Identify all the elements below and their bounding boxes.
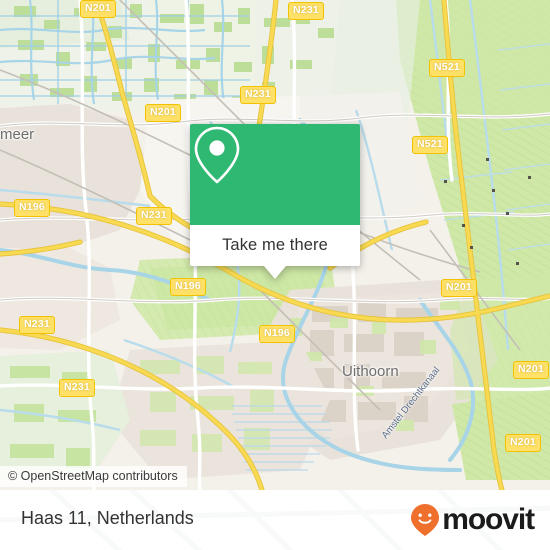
road-shield[interactable]: N196 — [259, 325, 295, 343]
moovit-wordmark: moovit — [442, 503, 535, 536]
road-shield[interactable]: N201 — [505, 434, 541, 452]
road-shield[interactable]: N201 — [513, 361, 549, 379]
take-me-there-label: Take me there — [222, 236, 328, 254]
road-shield[interactable]: N231 — [136, 207, 172, 225]
place-label: meer — [0, 126, 35, 143]
road-shield[interactable]: N231 — [288, 2, 324, 20]
map-screen: meer Uithoorn Amstel Drechtkanaal N201 N… — [0, 0, 550, 550]
road-shield[interactable]: N196 — [170, 278, 206, 296]
road-shield[interactable]: N201 — [145, 104, 181, 122]
road-shield[interactable]: N231 — [59, 379, 95, 397]
location-pin-icon — [194, 126, 240, 184]
callout-header — [190, 124, 360, 225]
footer-bar: Haas 11, Netherlands moovit — [0, 490, 550, 550]
place-label-uithoorn: Uithoorn — [342, 363, 399, 380]
moovit-smiley-pin-icon — [411, 504, 440, 536]
map-canvas[interactable]: meer Uithoorn Amstel Drechtkanaal N201 N… — [0, 0, 550, 490]
location-callout-card[interactable]: Take me there — [190, 124, 360, 279]
road-shield[interactable]: N201 — [80, 0, 116, 18]
take-me-there-button[interactable]: Take me there — [190, 225, 360, 266]
road-shield[interactable]: N196 — [14, 199, 50, 217]
road-shield[interactable]: N231 — [240, 86, 276, 104]
osm-attribution[interactable]: © OpenStreetMap contributors — [0, 466, 187, 487]
road-shield[interactable]: N201 — [441, 279, 477, 297]
road-shield[interactable]: N521 — [429, 59, 465, 77]
callout-pointer — [264, 266, 286, 279]
address-label: Haas 11, Netherlands — [21, 508, 194, 528]
moovit-brand[interactable]: moovit — [410, 503, 535, 536]
road-shield[interactable]: N521 — [412, 136, 448, 154]
road-shield[interactable]: N231 — [19, 316, 55, 334]
